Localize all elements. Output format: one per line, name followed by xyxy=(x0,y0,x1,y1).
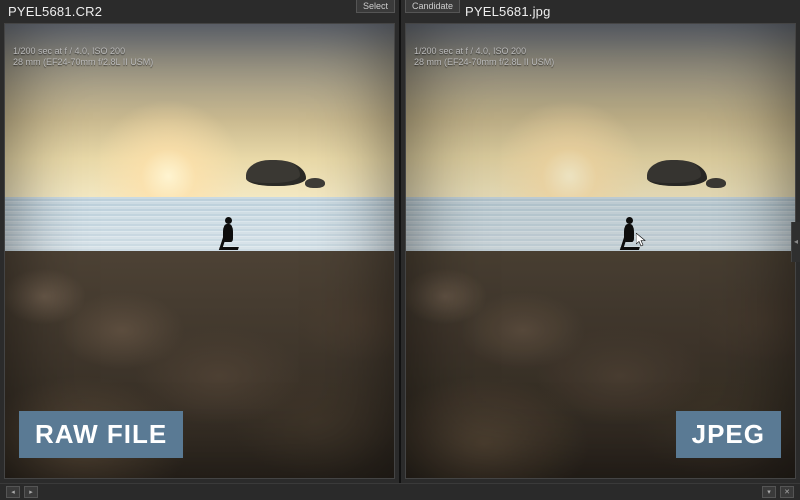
select-lens: 28 mm (EF24-70mm f/2.8L II USM) xyxy=(13,57,153,68)
jpeg-overlay-label: JPEG xyxy=(676,411,781,458)
filmstrip-collapse-button[interactable]: ▾ xyxy=(762,486,776,498)
select-panel-header: Select PYEL5681.CR2 xyxy=(0,0,399,21)
candidate-photo xyxy=(406,24,795,478)
filmstrip-left-controls: ◂ ▸ xyxy=(6,486,38,498)
candidate-image-area[interactable]: 1/200 sec at f / 4.0, ISO 200 28 mm (EF2… xyxy=(405,23,796,479)
candidate-filename: PYEL5681.jpg xyxy=(465,4,792,19)
raw-file-overlay-label: RAW FILE xyxy=(19,411,183,458)
select-tag[interactable]: Select xyxy=(356,0,395,13)
candidate-panel-header: Candidate PYEL5681.jpg xyxy=(401,0,800,21)
select-panel: Select PYEL5681.CR2 1/200 sec at f / 4.0… xyxy=(0,0,399,483)
select-image-area[interactable]: 1/200 sec at f / 4.0, ISO 200 28 mm (EF2… xyxy=(4,23,395,479)
select-exif-overlay: 1/200 sec at f / 4.0, ISO 200 28 mm (EF2… xyxy=(5,46,161,72)
compare-view: ▸ Select PYEL5681.CR2 1/200 sec at f / 4… xyxy=(0,0,800,500)
right-panel-toggle[interactable]: ◂ xyxy=(791,222,800,262)
compare-row: ▸ Select PYEL5681.CR2 1/200 sec at f / 4… xyxy=(0,0,800,483)
candidate-lens: 28 mm (EF24-70mm f/2.8L II USM) xyxy=(414,57,554,68)
select-filename: PYEL5681.CR2 xyxy=(8,4,391,19)
candidate-exif-overlay: 1/200 sec at f / 4.0, ISO 200 28 mm (EF2… xyxy=(406,46,562,72)
filmstrip-prev-button[interactable]: ◂ xyxy=(6,486,20,498)
filmstrip-bar: ◂ ▸ ▾ ✕ xyxy=(0,483,800,500)
select-exposure: 1/200 sec at f / 4.0, ISO 200 xyxy=(13,46,153,57)
candidate-panel: Candidate PYEL5681.jpg 1/200 sec at f / … xyxy=(399,0,800,483)
chevron-left-icon: ◂ xyxy=(794,237,798,246)
filmstrip-right-controls: ▾ ✕ xyxy=(762,486,794,498)
filmstrip-close-button[interactable]: ✕ xyxy=(780,486,794,498)
select-photo xyxy=(5,24,394,478)
candidate-tag[interactable]: Candidate xyxy=(405,0,460,13)
filmstrip-next-button[interactable]: ▸ xyxy=(24,486,38,498)
candidate-exposure: 1/200 sec at f / 4.0, ISO 200 xyxy=(414,46,554,57)
